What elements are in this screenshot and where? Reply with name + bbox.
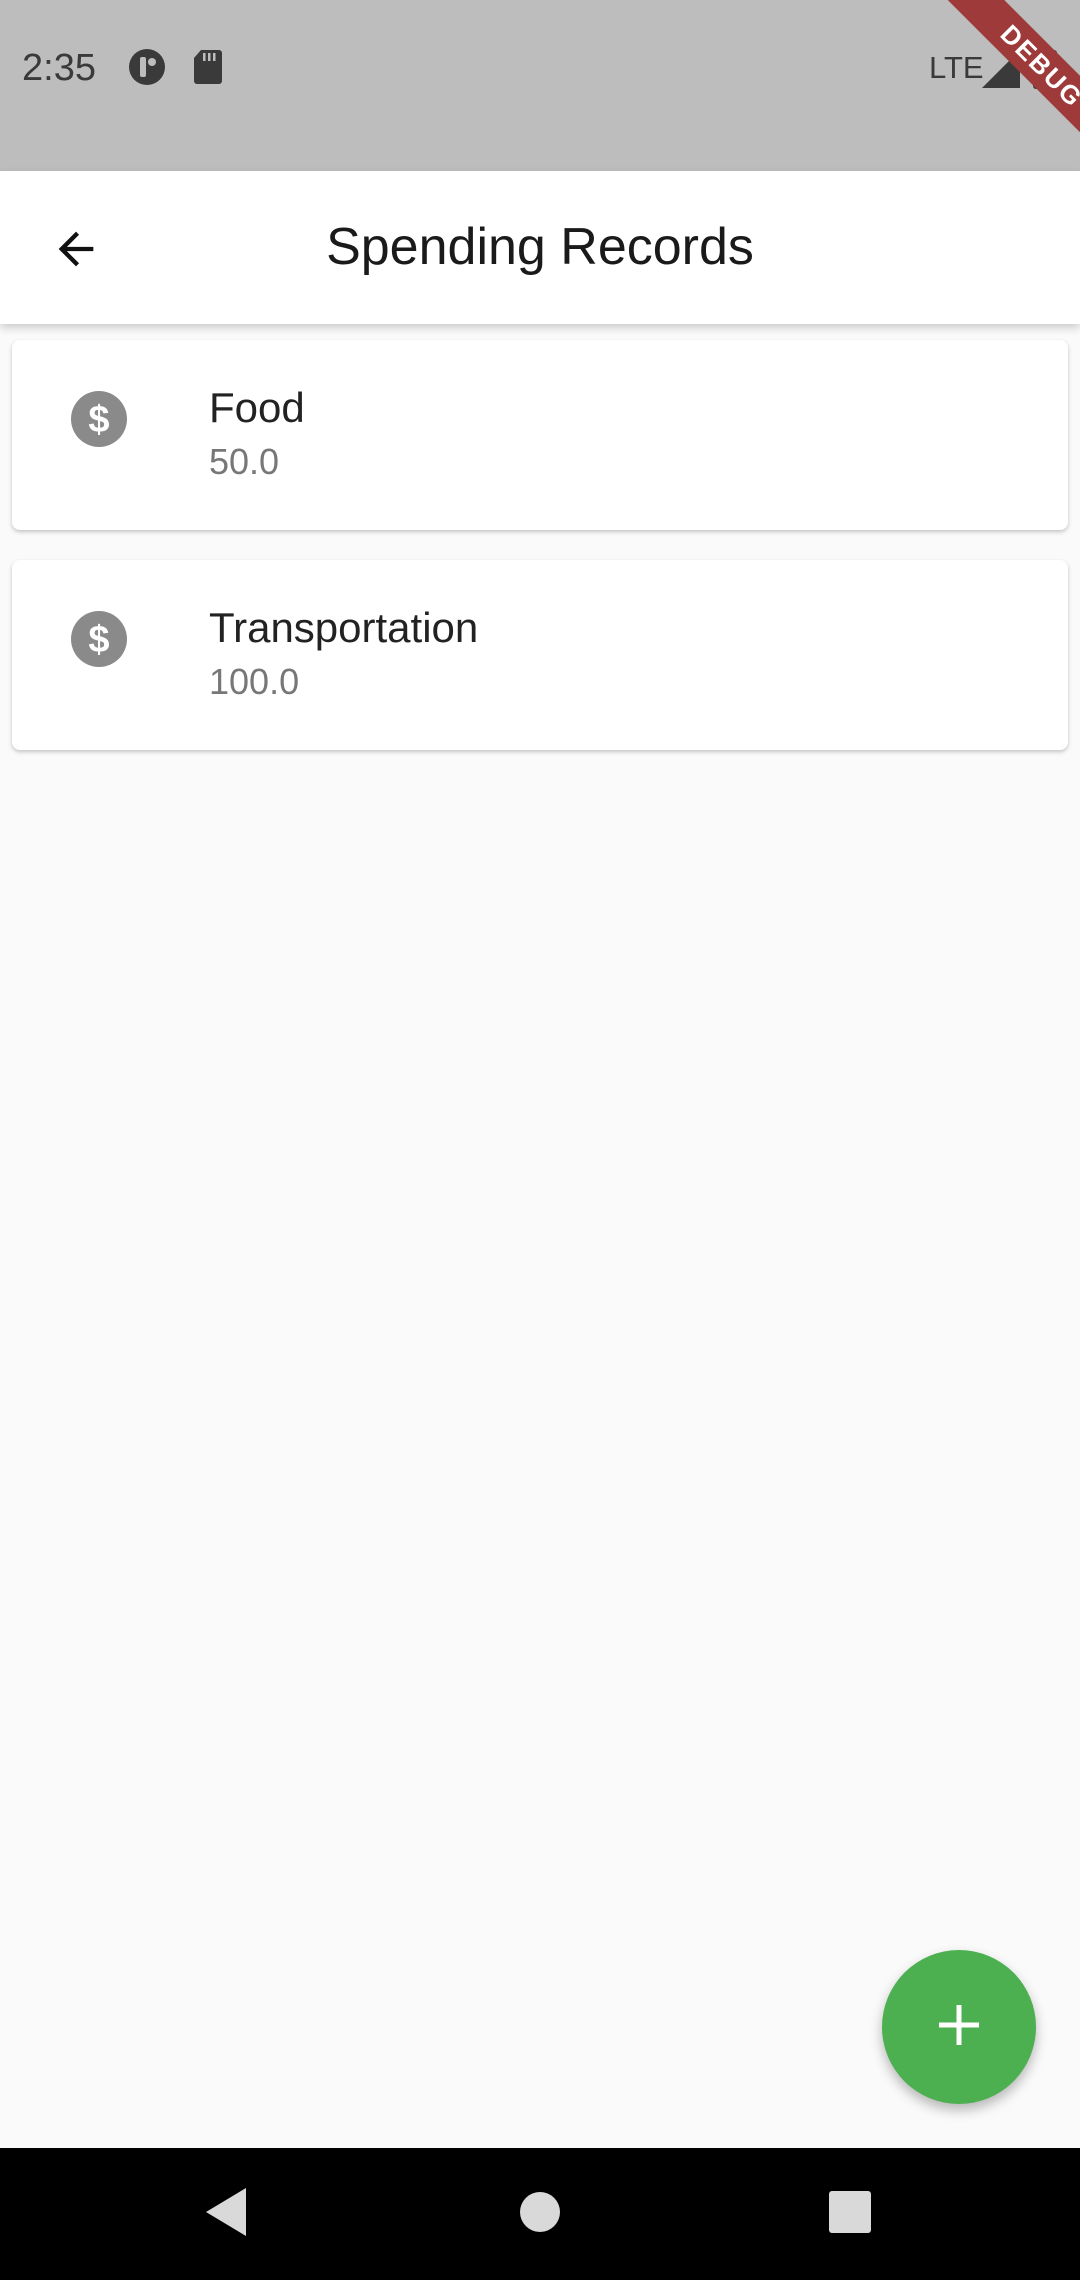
status-bar: 2:35 LTE DEBUG [0, 0, 1080, 171]
svg-text:$: $ [88, 399, 109, 441]
sd-card-icon [193, 48, 223, 91]
dollar-circle-icon: $ [70, 610, 128, 668]
system-nav-bar [0, 2148, 1080, 2280]
nav-home-icon [518, 2190, 562, 2239]
svg-text:$: $ [88, 619, 109, 661]
status-time: 2:35 [22, 47, 96, 89]
record-title: Transportation [209, 604, 479, 651]
nav-back-icon [202, 2186, 250, 2243]
list-item[interactable]: $ Transportation 100.0 [12, 560, 1068, 750]
debug-banner: DEBUG [910, 0, 1080, 170]
dollar-circle-icon: $ [70, 390, 128, 448]
nav-recents-button[interactable] [816, 2180, 884, 2248]
app-bar: Spending Records [0, 171, 1080, 324]
record-amount: 100.0 [209, 661, 300, 702]
nav-recents-icon [827, 2189, 873, 2240]
record-amount: 50.0 [209, 441, 280, 482]
plus-icon [935, 2001, 983, 2054]
record-title: Food [209, 384, 305, 431]
debug-label: DEBUG [935, 0, 1080, 170]
nav-home-button[interactable] [506, 2180, 574, 2248]
nav-back-button[interactable] [192, 2180, 260, 2248]
podcast-icon [128, 48, 166, 91]
page-title: Spending Records [326, 218, 754, 276]
add-record-button[interactable] [882, 1950, 1036, 2104]
list-item[interactable]: $ Food 50.0 [12, 340, 1068, 530]
